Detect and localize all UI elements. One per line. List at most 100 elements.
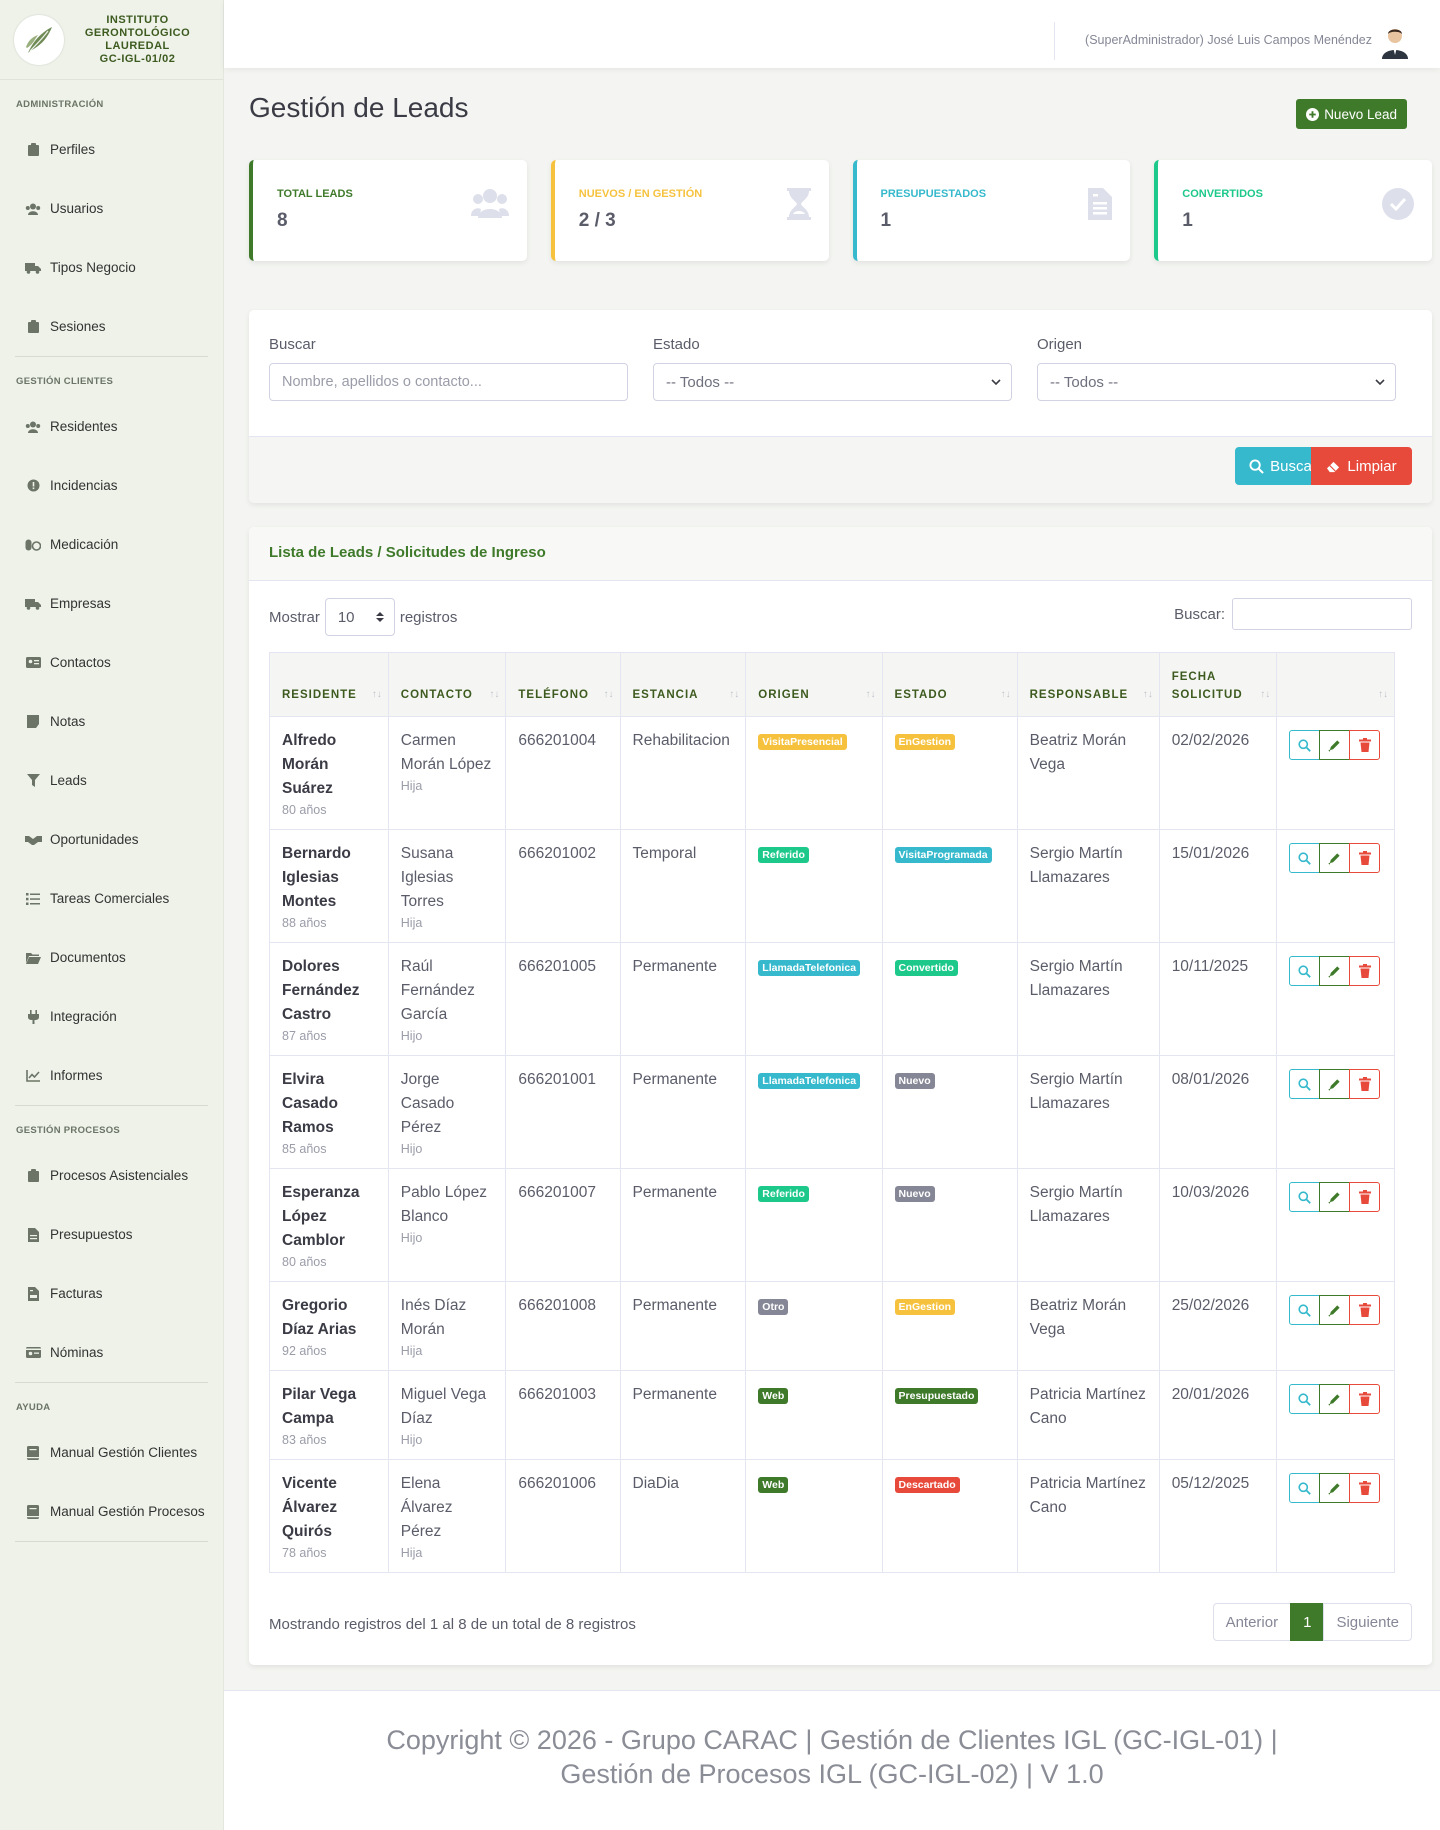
view-button[interactable] [1289,1295,1321,1325]
chart-line-icon [24,1069,42,1082]
sidebar-item-label: Presupuestos [50,1227,133,1242]
view-button[interactable] [1289,1182,1321,1212]
sidebar-item-facturas[interactable]: Facturas [0,1264,223,1323]
pencil-icon [1328,1304,1341,1317]
sidebar-item-incidencias[interactable]: Incidencias [0,456,223,515]
delete-button[interactable] [1349,956,1381,986]
delete-button[interactable] [1349,1295,1381,1325]
table-row[interactable]: Esperanza López Camblor 80 años Pablo Lópe… [269,1168,1395,1282]
cell-stay: Permanente [619,1168,747,1282]
contact-name: Susana Iglesias Torres [400,845,454,910]
table-search-input[interactable] [1232,598,1412,630]
column-header[interactable]: RESIDENTE ↑↓ [269,652,389,717]
trash-icon [1358,851,1371,865]
sidebar-item-medicación[interactable]: Medicación [0,515,223,574]
sidebar-item-notas[interactable]: Notas [0,692,223,751]
view-button[interactable] [1289,843,1321,873]
column-header[interactable]: ORIGEN ↑↓ [745,652,883,717]
plus-circle-icon [1306,107,1320,121]
resident-name: Alfredo Morán Suárez [282,732,337,797]
view-button[interactable] [1289,1384,1321,1414]
sidebar-item-label: Usuarios [50,201,104,216]
sidebar-item-oportunidades[interactable]: Oportunidades [0,810,223,869]
delete-button[interactable] [1349,843,1381,873]
table-row[interactable]: Dolores Fernández Castro 87 años Raúl Fern… [269,942,1395,1056]
column-header[interactable]: ESTADO ↑↓ [881,652,1018,717]
view-button[interactable] [1289,1069,1321,1099]
search-input[interactable]: Nombre, apellidos o contacto... [269,363,628,401]
sidebar-item-informes[interactable]: Informes [0,1046,223,1105]
sidebar-item-residentes[interactable]: Residentes [0,397,223,456]
origen-select[interactable]: -- Todos -- [1037,363,1396,401]
brand-line: GERONTOLÓGICO [84,26,191,39]
table-row[interactable]: Pilar Vega Campa 83 años Miguel Vega Díaz H… [269,1370,1395,1460]
edit-button[interactable] [1319,1384,1351,1414]
cell-contact: Elena Álvarez Pérez Hija [387,1459,507,1573]
users-icon [24,421,42,433]
sidebar-item-presupuestos[interactable]: Presupuestos [0,1205,223,1264]
table-row[interactable]: Elvira Casado Ramos 85 años Jorge Casado P… [269,1055,1395,1169]
view-button[interactable] [1289,730,1321,760]
delete-button[interactable] [1349,1473,1381,1503]
sidebar-item-sesiones[interactable]: Sesiones [0,297,223,356]
contact-relation: Hija [400,779,423,793]
edit-button[interactable] [1319,1069,1351,1099]
edit-button[interactable] [1319,1473,1351,1503]
user-avatar[interactable] [1378,25,1412,59]
trash-icon [1358,1303,1371,1317]
view-button[interactable] [1289,956,1321,986]
new-lead-button[interactable]: Nuevo Lead [1296,99,1407,129]
sidebar-item-integración[interactable]: Integración [0,987,223,1046]
chevron-down-icon [1375,379,1385,386]
sidebar-item-empresas[interactable]: Empresas [0,574,223,633]
column-header-actions[interactable]: ↑↓ [1276,652,1395,717]
delete-button[interactable] [1349,1182,1381,1212]
stat-card-presupuestados: PRESUPUESTADOS 1 [852,160,1131,261]
sidebar-item-tipos-negocio[interactable]: Tipos Negocio [0,238,223,297]
sidebar-item-documentos[interactable]: Documentos [0,928,223,987]
sidebar-item-label: Medicación [50,537,119,552]
clear-button[interactable]: Limpiar [1311,447,1412,485]
sidebar-item-perfiles[interactable]: Perfiles [0,120,223,179]
resident-name: Dolores Fernández Castro [282,958,360,1023]
pagination-next[interactable]: Siguiente [1323,1603,1412,1641]
stat-card-nuevos-en-gesti-n: NUEVOS / EN GESTIÓN 2 / 3 [550,160,829,261]
delete-button[interactable] [1349,1069,1381,1099]
user-name[interactable]: (SuperAdministrador) José Luis Campos Me… [1085,33,1372,47]
delete-button[interactable] [1349,1384,1381,1414]
table-row[interactable]: Vicente Álvarez Quirós 78 años Elena Álvar… [269,1459,1395,1573]
plug-icon [24,1009,42,1024]
address-card-icon [24,657,42,668]
table-row[interactable]: Gregorio Díaz Arias 92 años Inés Díaz Morá… [269,1281,1395,1371]
sidebar-item-usuarios[interactable]: Usuarios [0,179,223,238]
sidebar: INSTITUTO GERONTOLÓGICO LAUREDAL GC-IGL-… [0,0,224,1830]
sidebar-item-contactos[interactable]: Contactos [0,633,223,692]
delete-button[interactable] [1349,730,1381,760]
edit-button[interactable] [1319,1295,1351,1325]
edit-button[interactable] [1319,956,1351,986]
edit-button[interactable] [1319,1182,1351,1212]
table-row[interactable]: Alfredo Morán Suárez 80 años Carmen Morán … [269,716,1395,830]
edit-button[interactable] [1319,730,1351,760]
sidebar-item-tareas-comerciales[interactable]: Tareas Comerciales [0,869,223,928]
edit-button[interactable] [1319,843,1351,873]
table-row[interactable]: Bernardo Iglesias Montes 88 años Susana Ig… [269,829,1395,943]
pagination-page[interactable]: 1 [1290,1603,1325,1641]
page-length-select[interactable]: 10 [324,598,395,636]
brand[interactable]: INSTITUTO GERONTOLÓGICO LAUREDAL GC-IGL-… [0,0,223,80]
sidebar-item-manual-gestión-clientes[interactable]: Manual Gestión Clientes [0,1423,223,1482]
sidebar-item-leads[interactable]: Leads [0,751,223,810]
pagination-prev[interactable]: Anterior [1212,1603,1292,1641]
estado-select[interactable]: -- Todos -- [653,363,1012,401]
sidebar-item-manual-gestión-procesos[interactable]: Manual Gestión Procesos [0,1482,223,1541]
id-card-icon [24,1347,42,1358]
sidebar-item-nóminas[interactable]: Nóminas [0,1323,223,1382]
column-header[interactable]: TELÉFONO ↑↓ [505,652,621,717]
cell-owner: Sergio Martín Llamazares [1016,829,1160,943]
column-header[interactable]: ESTANCIA ↑↓ [619,652,747,717]
column-header[interactable]: FECHA SOLICITUD ↑↓ [1158,652,1278,717]
column-header[interactable]: CONTACTO ↑↓ [387,652,507,717]
view-button[interactable] [1289,1473,1321,1503]
sidebar-item-procesos-asistenciales[interactable]: Procesos Asistenciales [0,1146,223,1205]
column-header[interactable]: RESPONSABLE ↑↓ [1016,652,1160,717]
